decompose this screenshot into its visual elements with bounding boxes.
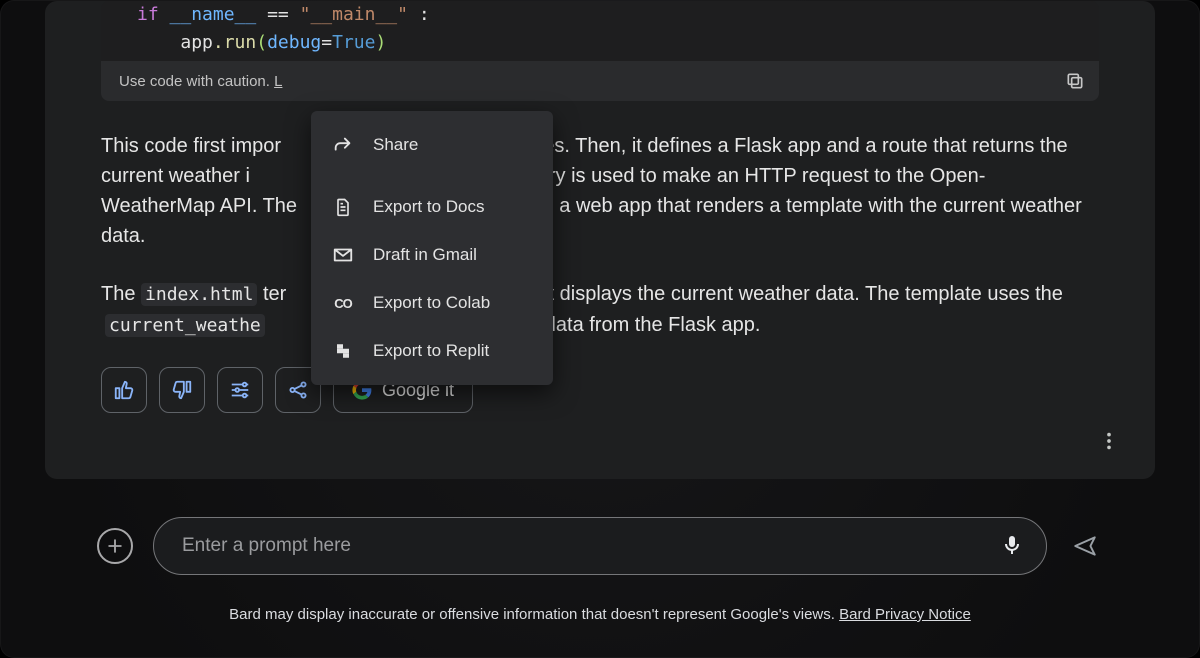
- copy-icon[interactable]: [1065, 71, 1085, 91]
- thumbs-down-button[interactable]: [159, 367, 205, 413]
- caution-text: Use code with caution.: [119, 73, 270, 90]
- menu-label: Export to Colab: [373, 293, 490, 313]
- code-token: "__main__": [300, 4, 408, 25]
- docs-icon: [331, 195, 355, 219]
- menu-label: Export to Docs: [373, 197, 485, 217]
- code-token: debug: [267, 32, 321, 53]
- menu-label: Export to Replit: [373, 341, 489, 361]
- menu-item-draft-gmail[interactable]: Draft in Gmail: [311, 231, 553, 279]
- menu-item-export-replit[interactable]: Export to Replit: [311, 327, 553, 375]
- response-paragraph: The index.html terhat displays the curre…: [45, 279, 1155, 341]
- colab-icon: CO: [331, 291, 355, 315]
- thumbs-up-button[interactable]: [101, 367, 147, 413]
- prompt-input-container: [153, 517, 1047, 575]
- response-card: if __name__ == "__main__" : app.run(debu…: [45, 1, 1155, 479]
- privacy-notice-link[interactable]: Bard Privacy Notice: [839, 606, 971, 623]
- code-token: :: [419, 4, 430, 25]
- menu-label: Share: [373, 135, 418, 155]
- prompt-row: [97, 517, 1103, 575]
- code-token: ==: [267, 4, 289, 25]
- disclaimer-text: Bard may display inaccurate or offensive…: [1, 606, 1199, 623]
- prompt-input[interactable]: [182, 535, 986, 557]
- menu-item-share[interactable]: Share: [311, 121, 553, 169]
- more-options-button[interactable]: [1089, 421, 1129, 461]
- gmail-icon: [331, 243, 355, 267]
- response-paragraph: This code first imporaries. Then, it def…: [45, 131, 1155, 251]
- microphone-icon[interactable]: [1000, 533, 1026, 559]
- code-token: =: [321, 32, 332, 53]
- share-export-menu: Share Export to Docs Draft in Gmail CO E…: [311, 111, 553, 385]
- code-token: ): [375, 32, 386, 53]
- share-arrow-icon: [331, 133, 355, 157]
- code-token: (: [256, 32, 267, 53]
- caution-link[interactable]: L: [274, 73, 282, 90]
- inline-code: index.html: [141, 283, 257, 306]
- code-token: app: [180, 32, 213, 53]
- code-token: if: [137, 4, 159, 25]
- code-token: .run: [213, 32, 256, 53]
- code-token: True: [332, 32, 375, 53]
- code-caution-bar: Use code with caution. L: [101, 61, 1099, 101]
- tune-button[interactable]: [217, 367, 263, 413]
- inline-code: current_weathe: [105, 314, 265, 337]
- add-button[interactable]: [97, 528, 133, 564]
- app-window: if __name__ == "__main__" : app.run(debu…: [0, 0, 1200, 658]
- menu-item-export-docs[interactable]: Export to Docs: [311, 183, 553, 231]
- action-row: Google it: [45, 341, 1155, 439]
- code-block: if __name__ == "__main__" : app.run(debu…: [101, 1, 1099, 61]
- send-button[interactable]: [1067, 528, 1103, 564]
- replit-icon: [331, 339, 355, 363]
- menu-item-export-colab[interactable]: CO Export to Colab: [311, 279, 553, 327]
- code-token: __name__: [170, 4, 257, 25]
- menu-label: Draft in Gmail: [373, 245, 477, 265]
